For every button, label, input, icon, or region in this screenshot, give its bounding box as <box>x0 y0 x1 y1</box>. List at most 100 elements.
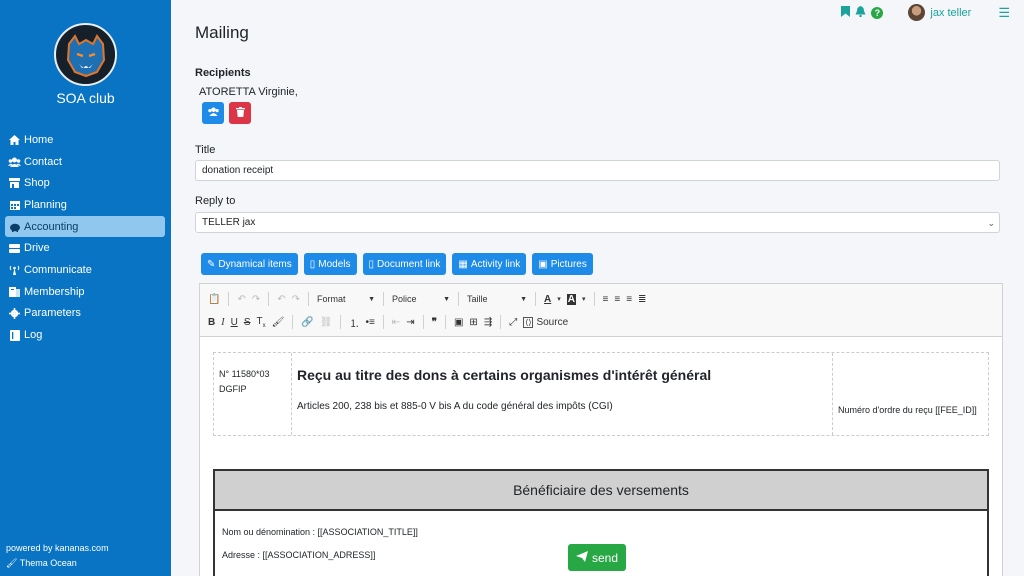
activity-link-button[interactable]: ▦ Activity link <box>452 253 527 275</box>
beneficiary-heading: Bénéficiaire des versements <box>215 471 987 511</box>
source-button[interactable]: ⟨⟩ Source <box>523 316 569 328</box>
bell-icon[interactable] <box>855 5 866 20</box>
sidebar-item-contact[interactable]: Contact <box>5 151 165 173</box>
undo-icon[interactable]: ↶ <box>277 294 285 305</box>
reply-to-value: TELLER jax <box>202 217 256 228</box>
avatar[interactable] <box>908 4 926 21</box>
indent-icon[interactable]: ⇥ <box>406 317 414 328</box>
outdent-icon[interactable]: ⇤ <box>392 317 400 328</box>
clear-recipients-button[interactable] <box>229 102 251 124</box>
button-label: Pictures <box>550 258 587 270</box>
sidebar-item-label: Accounting <box>24 220 79 233</box>
numbered-list-icon[interactable]: ⒈ <box>349 315 359 330</box>
title-label: Title <box>195 144 216 156</box>
users-icon <box>207 107 220 119</box>
sidebar-item-label: Membership <box>24 285 85 298</box>
receipt-header-table: N° 11580*03 DGFIP Reçu au titre des dons… <box>213 352 989 436</box>
maximize-icon[interactable]: ⤢ <box>509 317 517 328</box>
insert-toolbar: ✎ Dynamical items ▯ Models ▯ Document link … <box>201 253 593 275</box>
theme-label[interactable]: 🖌 Thema Ocean <box>6 558 77 569</box>
toolbar-row-1: 📋 ↶ ↷ ↶ ↷ Format ▼ Police ▼ Taille ▼ A ▾ A ▾ … <box>208 292 647 306</box>
dynamical-items-button[interactable]: ✎ Dynamical items <box>201 253 298 275</box>
club-logo[interactable] <box>54 23 117 86</box>
italic-icon[interactable]: I <box>221 317 224 328</box>
models-button[interactable]: ▯ Models <box>303 253 357 275</box>
send-button[interactable]: send <box>568 544 626 571</box>
broadcast-icon <box>8 265 21 275</box>
sidebar-item-label: Home <box>24 133 54 146</box>
sidebar-item-label: Shop <box>24 177 50 190</box>
align-right-icon[interactable]: ≡ <box>626 294 632 305</box>
sidebar-item-home[interactable]: Home <box>5 129 165 151</box>
sidebar-item-log[interactable]: Log <box>5 324 165 346</box>
blockquote-icon[interactable]: ❞ <box>432 317 437 328</box>
bullet-list-icon[interactable]: •≡ <box>365 317 374 328</box>
source-label: Source <box>536 316 569 328</box>
size-label: Taille <box>467 294 488 304</box>
unlink-icon[interactable]: ⛓ <box>320 317 333 328</box>
brush-icon[interactable]: 🖌 <box>272 317 285 328</box>
magic-wand-icon: ✎ <box>207 258 216 270</box>
user-name[interactable]: jax teller <box>930 7 971 19</box>
sidebar-item-planning[interactable]: Planning <box>5 194 165 216</box>
calendar-icon <box>8 200 21 210</box>
sidebar-item-shop[interactable]: Shop <box>5 172 165 194</box>
align-center-icon[interactable]: ≡ <box>614 294 620 305</box>
paint-icon: 🖌 <box>6 558 18 568</box>
title-input[interactable]: donation receipt <box>195 160 1000 181</box>
toolbar-row-2: B I U S Tx 🖌 🔗 ⛓ ⒈ •≡ ⇤ ⇥ ❞ ▣ ⊞ ⇶ ⤢ ⟨⟩ So… <box>208 312 568 332</box>
underline-icon[interactable]: U <box>231 317 238 328</box>
background-color-icon[interactable]: A <box>566 293 576 305</box>
pictures-button[interactable]: ▣ Pictures <box>532 253 593 275</box>
button-label: Document link <box>377 258 441 270</box>
sidebar: SOA club Home Contact Shop Planning Acco… <box>0 0 171 576</box>
drive-icon <box>8 243 21 253</box>
image-icon[interactable]: ▣ <box>454 317 463 328</box>
link-icon[interactable]: 🔗 <box>301 317 313 328</box>
align-left-icon[interactable]: ≡ <box>603 294 609 305</box>
bold-icon[interactable]: B <box>208 317 215 328</box>
format-dropdown[interactable]: Format ▼ <box>317 294 375 304</box>
font-label: Police <box>392 294 417 304</box>
document-link-button[interactable]: ▯ Document link <box>362 253 447 275</box>
powered-by-link[interactable]: powered by kananas.com <box>6 543 109 553</box>
top-bar: ? jax teller ☰ <box>841 4 1010 21</box>
special-char-icon[interactable]: ⇶ <box>484 317 492 328</box>
help-icon[interactable]: ? <box>871 6 884 19</box>
shop-icon <box>8 178 21 189</box>
strikethrough-icon[interactable]: S <box>244 317 251 328</box>
button-label: Models <box>318 258 351 270</box>
paste-icon[interactable]: 📋 <box>208 294 220 305</box>
sidebar-item-accounting[interactable]: Accounting <box>5 215 165 238</box>
text-color-icon[interactable]: A <box>544 294 551 305</box>
undo-icon[interactable]: ↶ <box>237 294 245 305</box>
receipt-order-cell: Numéro d'ordre du reçu [[FEE_ID]] <box>834 353 989 435</box>
bookmark-icon[interactable] <box>841 5 851 20</box>
page-title: Mailing <box>195 23 249 42</box>
paper-plane-icon <box>575 550 588 565</box>
align-justify-icon[interactable]: ≣ <box>638 294 646 305</box>
redo-icon[interactable]: ↷ <box>292 294 300 305</box>
receipt-order-number: Numéro d'ordre du reçu [[FEE_ID]] <box>838 405 977 415</box>
hamburger-menu-icon[interactable]: ☰ <box>998 5 1010 21</box>
font-dropdown[interactable]: Police ▼ <box>392 294 450 304</box>
beneficiary-name-line: Nom ou dénomination : [[ASSOCIATION_TITL… <box>222 527 418 537</box>
receipt-heading: Reçu au titre des dons à certains organi… <box>297 367 712 383</box>
sidebar-item-membership[interactable]: Membership <box>5 281 165 303</box>
select-recipients-button[interactable] <box>202 102 224 124</box>
sidebar-item-communicate[interactable]: Communicate <box>5 259 165 281</box>
file-icon: ▯ <box>309 258 316 270</box>
sidebar-item-label: Parameters <box>24 307 81 320</box>
redo-icon[interactable]: ↷ <box>252 294 260 305</box>
sidebar-item-drive[interactable]: Drive <box>5 237 165 259</box>
sidebar-item-label: Contact <box>24 155 62 168</box>
caret-icon: ▼ <box>520 295 528 303</box>
table-icon[interactable]: ⊞ <box>469 317 477 328</box>
trash-icon <box>235 106 245 120</box>
reply-to-select[interactable]: TELLER jax ⌄ <box>195 212 1000 233</box>
size-dropdown[interactable]: Taille ▼ <box>467 294 527 304</box>
sidebar-item-parameters[interactable]: Parameters <box>5 303 165 325</box>
remove-format-icon[interactable]: Tx <box>256 316 265 329</box>
format-label: Format <box>317 294 346 304</box>
club-name: SOA club <box>56 90 115 106</box>
